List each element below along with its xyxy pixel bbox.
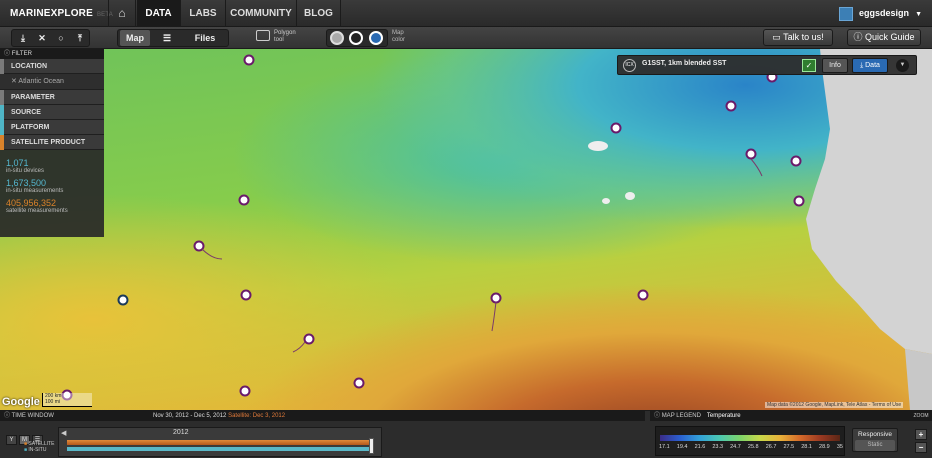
app-root: MARINEXPLORE BETA ⌂ DATA LABS COMMUNITY B…: [0, 0, 932, 458]
talk-to-us-button[interactable]: ▭ Talk to us!: [763, 29, 833, 46]
map-canvas[interactable]: [0, 49, 932, 410]
bottom-bar: ⓘ TIME WINDOW Nov 30, 2012 - Dec 5, 2012…: [0, 410, 932, 458]
tab-data[interactable]: DATA: [137, 0, 181, 27]
toolbar: ⤓ ✕ ○ ⤒ Map ☰ Files Polygon tool Map color…: [0, 27, 932, 49]
legend-mode-toggle[interactable]: Responsive Static: [852, 428, 898, 452]
layer-data-button[interactable]: ⤓ Data: [852, 58, 888, 73]
close-icon[interactable]: ✕: [33, 30, 51, 46]
info-icon: ⓘ: [853, 32, 863, 42]
filter-source[interactable]: SOURCE: [0, 105, 104, 120]
location-chip[interactable]: ✕ Atlantic Ocean: [0, 74, 104, 90]
user-name: eggsdesign: [859, 8, 910, 18]
circle-icon[interactable]: ○: [52, 30, 70, 46]
map-legend: 17.1 19.4 21.6 23.3 24.7 25.8 26.7 27.5 28.1 28.9…: [655, 426, 845, 456]
map-attribution[interactable]: Map data ©2012 Google, MapLink, Tele Atl…: [765, 402, 904, 408]
avatar: [839, 6, 854, 21]
layer-panel: ICX G1SST, 1km blended SST ✓ Info ⤓ Data…: [617, 55, 917, 75]
home-icon[interactable]: ⌂: [108, 0, 136, 27]
layer-info-button[interactable]: Info: [822, 58, 848, 73]
timeline-legend: ■ SATELLITE ■ IN-SITU: [24, 441, 55, 453]
filter-header: ⓘ FILTER: [0, 49, 104, 59]
map-color-blue[interactable]: [369, 31, 383, 45]
chevron-down-icon: ▼: [915, 11, 922, 18]
filter-location[interactable]: LOCATION: [0, 59, 104, 74]
timeline-year: 2012: [173, 429, 189, 436]
google-logo: Google: [2, 396, 40, 408]
tab-blog[interactable]: BLOG: [297, 0, 341, 27]
list-icon[interactable]: ☰: [154, 30, 180, 46]
logo[interactable]: MARINEXPLORE BETA: [10, 8, 113, 19]
sst-heatmap: [0, 49, 932, 410]
zoom-in-button[interactable]: +: [915, 429, 927, 440]
filter-parameter[interactable]: PARAMETER: [0, 90, 104, 105]
chevron-left-icon[interactable]: ◀: [61, 429, 66, 437]
polygon-icon: [256, 30, 270, 41]
timeline-slider[interactable]: ◀ 2012: [58, 427, 382, 457]
legend-values: 17.1 19.4 21.6 23.3 24.7 25.8 26.7 27.5 28.1 28.9…: [659, 444, 843, 450]
time-window-header: ⓘ TIME WINDOW: [0, 411, 645, 421]
stat-devices: 1,071 in-situ devices: [6, 158, 45, 174]
chevron-down-icon[interactable]: ▼: [896, 59, 909, 72]
tab-map[interactable]: Map: [120, 30, 150, 46]
map-scale: 200 km 100 mi: [42, 393, 92, 407]
satellite-track: [67, 440, 373, 445]
quick-guide-button[interactable]: ⓘ Quick Guide: [847, 29, 921, 46]
zoom-header: ZOOM: [910, 411, 932, 421]
toolbar-actions: ⤓ ✕ ○ ⤒: [11, 29, 90, 47]
info-icon: ⓘ: [4, 413, 11, 419]
download-icon[interactable]: ⤓: [14, 30, 32, 46]
user-menu[interactable]: eggsdesign ▼: [839, 5, 922, 22]
filter-satellite-product[interactable]: SATELLITE PRODUCT: [0, 135, 104, 150]
layer-visible-checkbox[interactable]: ✓: [802, 59, 816, 72]
filter-platform[interactable]: PLATFORM: [0, 120, 104, 135]
zoom-out-button[interactable]: −: [915, 442, 927, 453]
responsive-option[interactable]: Responsive: [853, 429, 897, 440]
chat-icon: ▭: [772, 32, 781, 42]
view-switch: Map ☰ Files: [117, 29, 229, 47]
time-window-range: Nov 30, 2012 - Dec 5, 2012 Satellite: De…: [153, 413, 286, 419]
insitu-track: [67, 447, 373, 451]
static-option[interactable]: Static: [855, 440, 895, 451]
tab-files[interactable]: Files: [184, 30, 226, 46]
polygon-tool[interactable]: Polygon tool: [256, 30, 296, 44]
map-color-gray[interactable]: [330, 31, 344, 45]
tab-community[interactable]: COMMUNITY: [226, 0, 297, 27]
top-nav: MARINEXPLORE BETA ⌂ DATA LABS COMMUNITY B…: [0, 0, 932, 27]
map-legend-header: ⓘ MAP LEGEND Temperature: [650, 411, 910, 421]
temperature-color-bar: [660, 435, 840, 441]
filter-panel: ⓘ FILTER LOCATION ✕ Atlantic Ocean PARAM…: [0, 49, 104, 237]
stat-satellite-measurements: 405,956,352 satellite measurements: [6, 198, 68, 214]
layer-name: G1SST, 1km blended SST: [642, 60, 727, 67]
download-icon: ⤓: [860, 62, 864, 69]
layer-source-icon: ICX: [623, 59, 636, 72]
share-icon[interactable]: ⤒: [71, 30, 89, 46]
stat-insitu-measurements: 1,673,500 in-situ measurements: [6, 178, 64, 194]
year-button[interactable]: Y: [6, 435, 17, 445]
timeline-handle[interactable]: [369, 438, 374, 454]
info-icon: ⓘ: [654, 413, 661, 419]
map-color-dark[interactable]: [349, 31, 363, 45]
info-icon: ⓘ: [4, 51, 11, 57]
tab-labs[interactable]: LABS: [181, 0, 226, 27]
